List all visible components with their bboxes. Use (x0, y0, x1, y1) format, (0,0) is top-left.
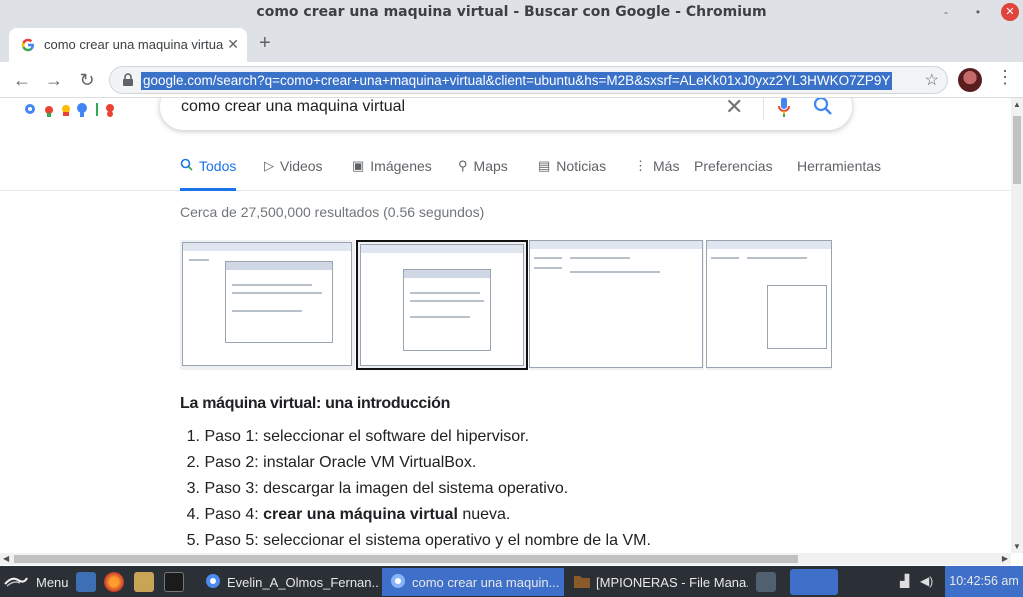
show-desktop-icon[interactable] (76, 572, 96, 592)
chromium-icon (205, 573, 221, 592)
restore-button[interactable]: • (969, 3, 987, 21)
home-folder-icon[interactable] (134, 572, 154, 592)
terminal-icon[interactable] (164, 572, 184, 592)
lock-icon[interactable] (122, 73, 134, 92)
tab-imagenes[interactable]: ▣ Imágenes (352, 158, 432, 191)
chromium-launcher-icon[interactable] (756, 572, 776, 592)
tab-maps[interactable]: ⚲ Maps (458, 158, 508, 191)
google-doodle-logo[interactable] (24, 100, 119, 118)
firefox-icon[interactable] (104, 572, 124, 592)
image-thumbnail[interactable] (180, 240, 355, 370)
news-icon: ▤ (538, 158, 551, 173)
browser-tab-active[interactable]: como crear una maquina virtual - Buscar … (9, 28, 247, 62)
search-tabs: Todos ▷ Videos ▣ Imágenes ⚲ Maps ▤ Notic… (0, 158, 1011, 191)
list-item: 1. Paso 1: seleccionar el software del h… (186, 428, 530, 445)
tab-videos[interactable]: ▷ Videos (264, 158, 323, 191)
tab-mas[interactable]: ⋮ Más (634, 158, 679, 191)
scroll-right-icon[interactable]: ▶ (1002, 554, 1008, 563)
close-window-button[interactable]: ✕ (1001, 3, 1019, 21)
search-box[interactable]: como crear una maquina virtual ✕ (160, 98, 852, 130)
scroll-down-icon[interactable]: ▼ (1013, 542, 1021, 551)
bookmark-star-icon[interactable]: ☆ (925, 70, 939, 90)
taskbar-item[interactable]: Evelin_A_Olmos_Fernan... (197, 568, 380, 596)
tab-title: como crear una maquina virtual - Buscar … (44, 37, 224, 52)
image-thumbnail[interactable] (529, 240, 704, 370)
taskbar-item-active[interactable]: como crear una maquin... (382, 568, 564, 596)
search-input[interactable]: como crear una maquina virtual (181, 98, 405, 116)
new-tab-button[interactable]: + (259, 32, 271, 55)
search-submit-icon[interactable] (813, 98, 833, 121)
browser-menu-icon[interactable]: ⋮ (996, 67, 1014, 88)
list-item: 4. Paso 4: crear una máquina virtual nue… (186, 506, 511, 523)
scroll-up-icon[interactable]: ▲ (1013, 100, 1021, 109)
window-titlebar: como crear una maquina virtual - Buscar … (0, 0, 1023, 24)
vertical-scroll-thumb[interactable] (1013, 116, 1021, 184)
browser-toolbar: ← → ↻ google.com/search?q=como+crear+una… (0, 62, 1023, 98)
tab-preferencias[interactable]: Preferencias (694, 158, 773, 191)
taskbar-item[interactable]: [MPIONERAS - File Mana... (566, 568, 748, 596)
tab-todos[interactable]: Todos (180, 158, 237, 191)
page-content: como crear una maquina virtual ✕ Todos ▷… (0, 98, 1011, 553)
result-stats: Cerca de 27,500,000 resultados (0.56 seg… (180, 204, 485, 220)
network-icon[interactable]: ▟ (900, 574, 909, 588)
taskbar: Menu Evelin_A_Olmos_Fernan... como crear… (0, 566, 1023, 597)
reload-button[interactable]: ↻ (75, 68, 99, 92)
voice-search-icon[interactable] (777, 98, 791, 123)
forward-button[interactable]: → (42, 68, 66, 92)
map-pin-icon: ⚲ (458, 158, 468, 173)
horizontal-scroll-thumb[interactable] (14, 555, 798, 563)
horizontal-scrollbar[interactable]: ◀ ▶ (0, 553, 1011, 565)
list-item: 2. Paso 2: instalar Oracle VM VirtualBox… (186, 454, 477, 471)
vertical-scrollbar[interactable]: ▲ ▼ (1011, 98, 1023, 553)
address-bar[interactable]: google.com/search?q=como+crear+una+maqui… (109, 66, 948, 94)
start-menu-button[interactable]: Menu (4, 570, 69, 594)
image-icon: ▣ (352, 158, 365, 173)
tab-noticias[interactable]: ▤ Noticias (538, 158, 606, 191)
search-icon (180, 158, 193, 174)
window-title: como crear una maquina virtual - Buscar … (256, 4, 767, 20)
folder-icon (574, 574, 590, 591)
clock[interactable]: 10:42:56 am (945, 566, 1023, 597)
video-icon: ▷ (264, 158, 274, 173)
google-favicon-icon (21, 38, 35, 57)
featured-snippet-title: La máquina virtual: una introducción (180, 395, 451, 412)
volume-icon[interactable]: ◀) (920, 574, 933, 588)
list-item: 3. Paso 3: descargar la imagen del siste… (186, 480, 569, 497)
image-thumbnail[interactable] (356, 240, 528, 370)
back-button[interactable]: ← (10, 68, 34, 92)
chromium-active-launcher-icon[interactable] (790, 569, 838, 595)
image-results (180, 240, 832, 370)
list-item: 5. Paso 5: seleccionar el sistema operat… (186, 532, 651, 549)
distro-logo-icon (4, 574, 28, 591)
profile-avatar[interactable] (958, 68, 982, 92)
tab-herramientas[interactable]: Herramientas (797, 158, 881, 191)
minimize-button[interactable]: - (937, 3, 955, 21)
chromium-icon (390, 573, 406, 592)
url-text[interactable]: google.com/search?q=como+crear+una+maqui… (141, 72, 893, 90)
more-icon: ⋮ (634, 158, 647, 173)
scroll-left-icon[interactable]: ◀ (3, 554, 9, 563)
clear-search-icon[interactable]: ✕ (725, 98, 743, 120)
tab-strip: como crear una maquina virtual - Buscar … (0, 24, 1023, 62)
image-thumbnail[interactable] (706, 240, 832, 370)
search-divider (763, 98, 764, 120)
tab-close-icon[interactable]: ✕ (227, 36, 239, 53)
featured-snippet-list: 1. Paso 1: seleccionar el software del h… (180, 428, 651, 553)
